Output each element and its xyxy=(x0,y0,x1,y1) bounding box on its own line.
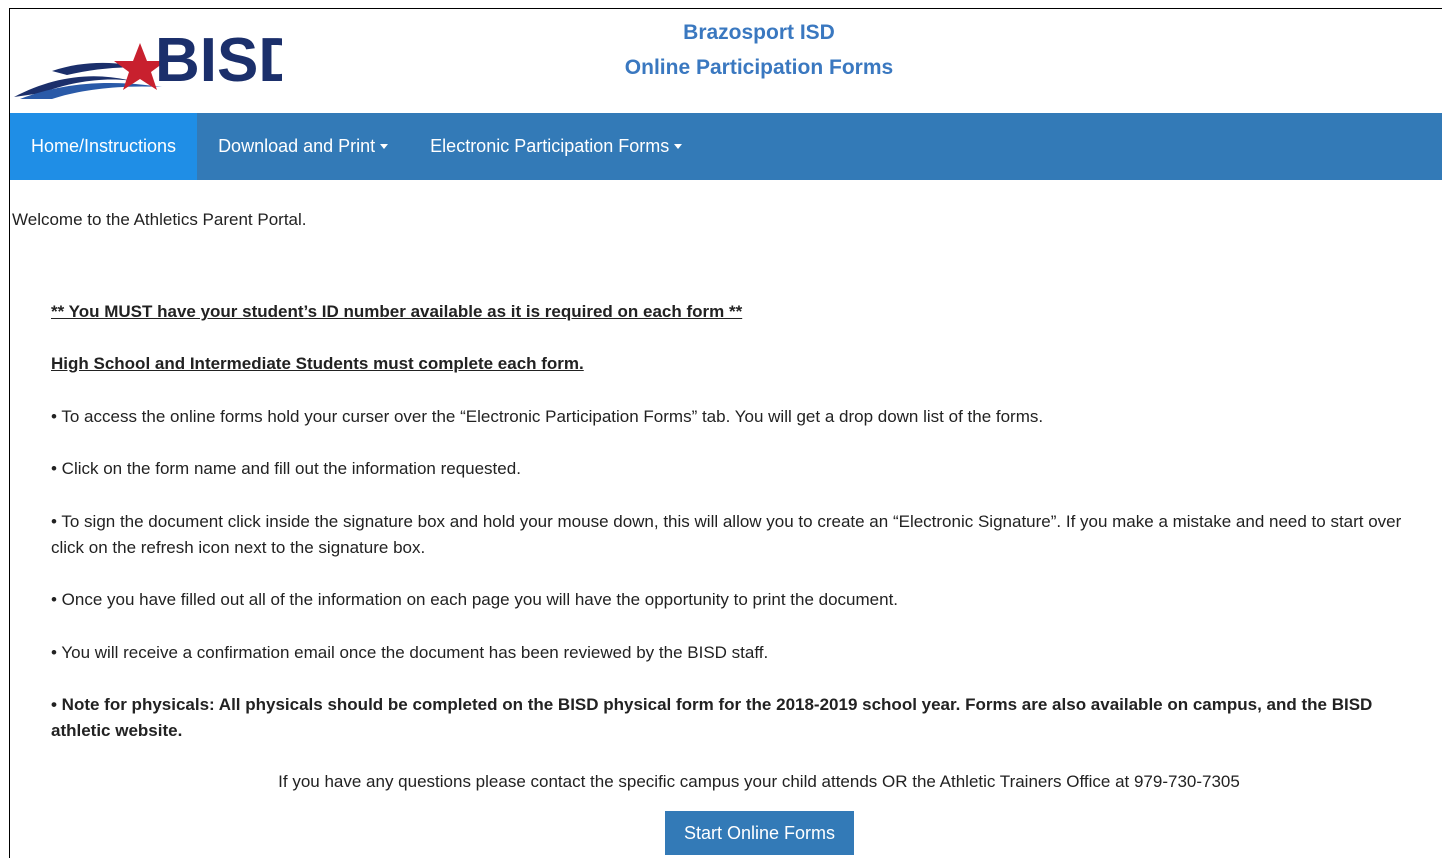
instruction-bullet-access: • To access the online forms hold your c… xyxy=(51,407,1044,426)
hs-intermediate-notice: High School and Intermediate Students mu… xyxy=(51,354,584,373)
instruction-bullet-confirmation: • You will receive a confirmation email … xyxy=(51,643,769,662)
caret-down-icon xyxy=(674,144,683,149)
site-title: Brazosport ISD Online Participation Form… xyxy=(10,15,1442,85)
welcome-text: Welcome to the Athletics Parent Portal. xyxy=(12,210,307,229)
site-header: BISD Brazosport ISD Online Participation… xyxy=(10,9,1442,113)
nav-download-label: Download and Print xyxy=(218,136,376,156)
instruction-bullet-fill: • Click on the form name and fill out th… xyxy=(51,459,521,478)
nav-electronic-label: Electronic Participation Forms xyxy=(430,136,670,156)
site-title-line2: Online Participation Forms xyxy=(624,56,894,79)
caret-down-icon xyxy=(380,144,389,149)
instruction-bullet-print: • Once you have filled out all of the in… xyxy=(51,590,899,609)
nav-electronic-forms[interactable]: Electronic Participation Forms xyxy=(409,113,703,180)
nav-home-label: Home/Instructions xyxy=(31,136,177,156)
start-online-forms-button[interactable]: Start Online Forms xyxy=(665,811,854,855)
site-title-line1: Brazosport ISD xyxy=(683,21,835,44)
contact-info: If you have any questions please contact… xyxy=(278,772,1240,791)
main-navbar: Home/Instructions Download and Print Ele… xyxy=(10,113,1442,180)
nav-home-instructions[interactable]: Home/Instructions xyxy=(10,113,198,180)
instruction-bullet-sign: • To sign the document click inside the … xyxy=(51,512,1402,557)
nav-download-print[interactable]: Download and Print xyxy=(197,113,409,180)
physicals-note: • Note for physicals: All physicals shou… xyxy=(51,695,1373,740)
required-id-notice: ** You MUST have your student’s ID numbe… xyxy=(51,302,743,321)
